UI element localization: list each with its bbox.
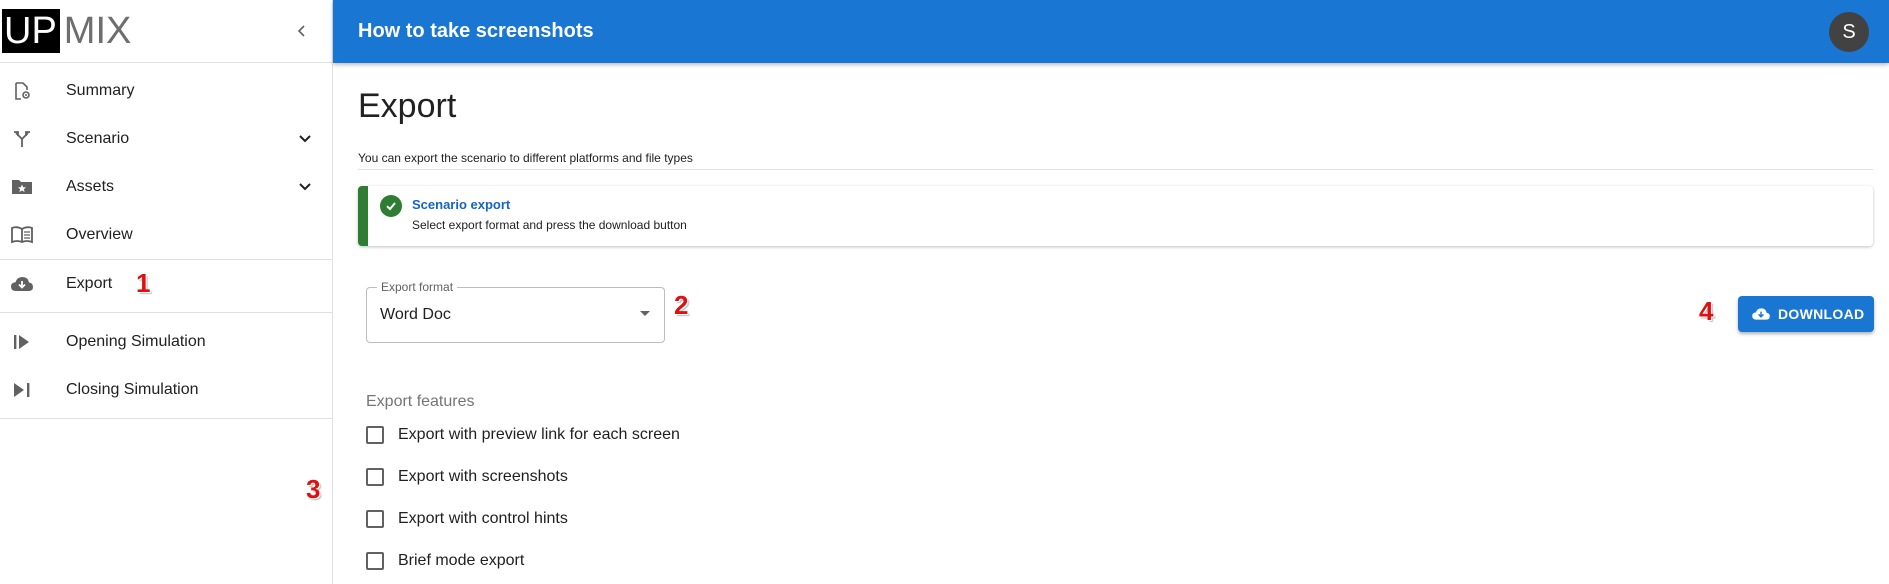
sidebar-item-label: Summary [66,82,135,99]
annotation-marker-2: 2 [674,290,689,320]
play-start-icon [10,330,34,354]
annotation-marker-4: 4 [1699,296,1714,326]
sidebar-item-export[interactable]: Export 1 [0,260,332,308]
sidebar-item-summary[interactable]: Summary [0,67,332,115]
sidebar-item-closing-simulation[interactable]: Closing Simulation [0,366,332,414]
upmix-logo: UP MIX [2,9,131,53]
cloud-download-icon [1751,304,1771,324]
logo-row: UP MIX [0,0,332,63]
checkbox[interactable] [366,468,384,486]
download-button[interactable]: DOWNLOAD [1738,296,1874,332]
header-title: How to take screenshots [358,20,594,42]
annotation-marker-3: 3 [306,474,321,504]
sidebar-item-overview[interactable]: Overview [0,211,332,259]
alert-text: Select export format and press the downl… [412,218,687,232]
export-format-select[interactable]: Export format Word Doc [366,280,665,343]
checkbox[interactable] [366,426,384,444]
feature-checkbox-control-hints[interactable]: Export with control hints [366,507,568,531]
page-subtitle: You can export the scenario to different… [358,151,693,165]
logo-mix: MIX [63,10,132,52]
checkbox[interactable] [366,510,384,528]
alert-title: Scenario export [412,197,511,212]
app-root: UP MIX Summary Scenario Assets Overview … [0,0,1889,584]
chevron-down-icon[interactable] [293,175,317,199]
checkbox[interactable] [366,552,384,570]
sidebar-item-label: Closing Simulation [66,381,199,398]
sidebar-item-label: Export [66,275,113,292]
collapse-sidebar-button[interactable] [291,20,313,42]
sidebar-item-label: Opening Simulation [66,333,206,350]
checkbox-label: Export with preview link for each screen [398,426,680,443]
scenario-export-alert: Scenario export Select export format and… [358,186,1873,246]
sidebar-item-opening-simulation[interactable]: Opening Simulation [0,318,332,366]
scenario-split-icon [10,127,34,151]
chevron-down-icon[interactable] [293,127,317,151]
feature-checkbox-screenshots[interactable]: Export with screenshots [366,465,568,489]
logo-up: UP [2,9,60,53]
file-settings-icon [10,79,34,103]
divider [358,169,1873,170]
export-format-value: Word Doc [380,306,451,323]
checkbox-label: Export with screenshots [398,468,568,485]
nav-divider [0,418,332,419]
annotation-marker-1: 1 [136,268,151,298]
cloud-download-icon [10,272,34,296]
feature-checkbox-brief-mode[interactable]: Brief mode export [366,549,524,573]
sidebar-item-scenario[interactable]: Scenario [0,115,332,163]
sidebar-item-label: Scenario [66,130,130,147]
avatar[interactable]: S [1829,12,1869,52]
download-label: DOWNLOAD [1778,306,1865,322]
checkbox-label: Export with control hints [398,510,568,527]
dropdown-arrow-icon [640,311,650,316]
feature-checkbox-preview-link[interactable]: Export with preview link for each screen [366,423,680,447]
chevron-left-icon [297,25,305,37]
skip-end-icon [10,378,34,402]
book-open-icon [10,223,34,247]
page-title: Export [358,87,457,125]
sidebar: UP MIX Summary Scenario Assets Overview … [0,0,333,584]
export-features-title: Export features [366,393,475,410]
sidebar-item-assets[interactable]: Assets [0,163,332,211]
sidebar-item-label: Assets [66,178,115,195]
checkbox-label: Brief mode export [398,552,525,569]
export-format-label: Export format [377,280,458,294]
sidebar-item-label: Overview [66,226,133,243]
nav-divider [0,312,332,313]
folder-star-icon [10,175,34,199]
app-header: How to take screenshots S [333,0,1889,63]
check-circle-icon [380,195,402,217]
